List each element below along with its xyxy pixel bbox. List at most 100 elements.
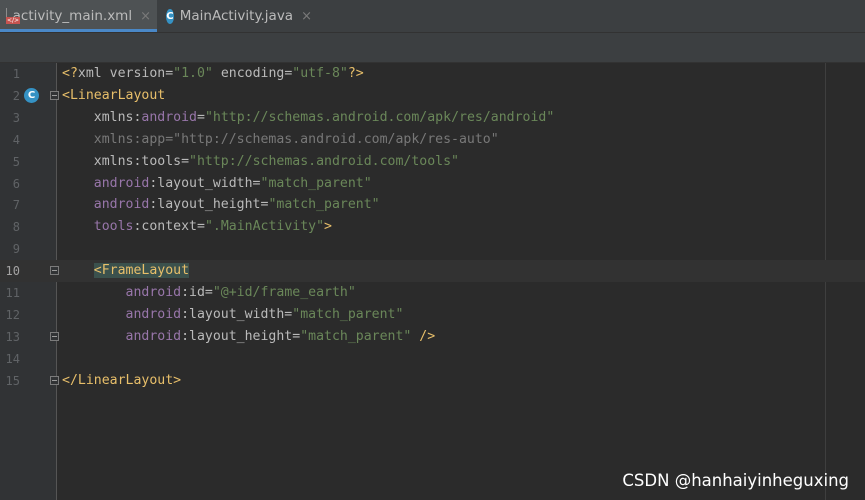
line-number: 12 <box>5 307 20 322</box>
code-token: ?> <box>347 66 364 81</box>
code-line[interactable]: 9 <box>0 238 865 260</box>
code-token: < <box>93 263 102 279</box>
tab-label: MainActivity.java <box>179 8 294 24</box>
close-icon[interactable]: × <box>301 9 312 24</box>
code-token: "1.0" <box>173 66 213 81</box>
code-token: tools <box>62 219 134 235</box>
xml-file-icon: </> <box>6 8 20 24</box>
code-text: tools:context=".MainActivity"> <box>62 216 332 238</box>
code-line[interactable]: 15 </LinearLayout> <box>0 370 865 392</box>
code-token: "match_parent" <box>300 328 412 344</box>
code-token: </ <box>62 372 78 388</box>
code-token: "http://schemas.android.com/apk/res/andr… <box>204 109 555 125</box>
code-token: :layout_width= <box>149 175 261 191</box>
code-token: xmlns:app="http://schemas.android.com/ap… <box>62 131 499 147</box>
code-text: xmlns:tools="http://schemas.android.com/… <box>62 151 459 173</box>
line-number: 2 <box>12 88 20 103</box>
code-line[interactable]: 3 xmlns:android="http://schemas.android.… <box>0 107 865 129</box>
line-number: 8 <box>12 220 20 235</box>
watermark: CSDN @hanhaiyinheguxing <box>622 471 849 490</box>
fold-toggle-icon[interactable] <box>50 375 59 385</box>
code-token: android <box>62 285 182 300</box>
line-number: 4 <box>12 132 20 147</box>
fold-toggle-icon[interactable] <box>50 266 59 276</box>
code-token: :layout_width= <box>181 306 293 322</box>
code-text: android:layout_width="match_parent" <box>62 173 372 195</box>
code-line[interactable]: 6 android:layout_width="match_parent" <box>0 173 865 195</box>
tab-label: activity_main.xml <box>12 8 133 24</box>
code-token: "match_parent" <box>268 197 380 213</box>
code-token: android <box>141 109 197 125</box>
line-number: 7 <box>12 198 20 213</box>
line-number: 13 <box>5 329 20 344</box>
code-token: "match_parent" <box>292 306 404 322</box>
editor-tab-bar: </> activity_main.xml × C MainActivity.j… <box>0 0 865 33</box>
code-text: android:layout_height="match_parent" <box>62 194 380 216</box>
code-token: android <box>62 197 150 213</box>
tab-mainactivity-java[interactable]: C MainActivity.java × <box>158 0 318 32</box>
breadcrumb-bar <box>0 33 865 63</box>
code-token: xmlns:tools= <box>62 153 190 169</box>
code-token: "utf-8" <box>292 66 348 81</box>
code-text: android:id="@+id/frame_earth" <box>62 282 356 304</box>
fold-toggle-icon[interactable] <box>50 331 59 341</box>
code-token: android <box>62 175 150 191</box>
code-text: xmlns:android="http://schemas.android.co… <box>62 107 555 129</box>
tab-activity-main-xml[interactable]: </> activity_main.xml × <box>0 0 157 32</box>
code-token: LinearLayout <box>69 87 166 103</box>
code-text: xmlns:app="http://schemas.android.com/ap… <box>62 129 499 151</box>
line-number: 11 <box>5 286 20 300</box>
code-text: android:layout_width="match_parent" <box>62 304 404 326</box>
code-text: android:layout_height="match_parent" /> <box>62 326 436 348</box>
code-line[interactable]: 2 C <LinearLayout <box>0 85 865 107</box>
line-number: 10 <box>5 264 20 279</box>
code-token: android <box>62 306 182 322</box>
code-text: <LinearLayout <box>62 85 165 107</box>
code-editor[interactable]: 1 <?xml version="1.0" encoding="utf-8"?> 2… <box>0 63 865 500</box>
code-line[interactable]: 14 <box>0 348 865 370</box>
code-token: > <box>173 372 182 388</box>
line-number: 6 <box>12 176 20 191</box>
fold-toggle-icon[interactable] <box>50 90 59 100</box>
code-token: = <box>196 109 205 125</box>
java-class-icon: C <box>166 8 174 24</box>
code-token: LinearLayout <box>77 372 174 388</box>
code-token: FrameLayout <box>101 263 190 279</box>
code-token: /> <box>411 328 436 344</box>
code-token: :layout_height= <box>181 328 301 344</box>
code-text: <?xml version="1.0" encoding="utf-8"?> <box>62 63 364 85</box>
line-number: 9 <box>12 242 20 257</box>
line-number: 14 <box>5 351 20 366</box>
code-token: xml version= <box>77 66 174 81</box>
code-line[interactable]: 1 <?xml version="1.0" encoding="utf-8"?> <box>0 63 865 85</box>
line-number: 5 <box>12 154 20 169</box>
code-line[interactable]: 13 android:layout_height="match_parent" … <box>0 326 865 348</box>
code-token: android <box>62 328 182 344</box>
code-token: :layout_height= <box>149 197 269 213</box>
code-token: "http://schemas.android.com/tools" <box>189 153 459 169</box>
code-line[interactable]: 10 <FrameLayout <box>0 260 865 283</box>
line-number: 15 <box>5 373 20 388</box>
code-token: "@+id/frame_earth" <box>212 285 356 300</box>
code-token: > <box>324 219 332 235</box>
code-token: ".MainActivity" <box>204 219 325 235</box>
code-token: xmlns: <box>62 109 142 125</box>
code-token: encoding= <box>212 66 293 81</box>
related-class-icon[interactable]: C <box>24 87 39 103</box>
code-token: < <box>62 87 70 103</box>
code-line[interactable]: 7 android:layout_height="match_parent" <box>0 194 865 216</box>
line-number: 1 <box>12 67 20 81</box>
code-line[interactable]: 11 android:id="@+id/frame_earth" <box>0 282 865 304</box>
code-text: <FrameLayout <box>62 260 190 282</box>
code-line[interactable]: 5 xmlns:tools="http://schemas.android.co… <box>0 151 865 173</box>
code-text: </LinearLayout> <box>62 370 181 392</box>
code-line[interactable]: 8 tools:context=".MainActivity"> <box>0 216 865 238</box>
code-token: "match_parent" <box>260 175 372 191</box>
close-icon[interactable]: × <box>140 9 151 24</box>
code-token: :id= <box>181 285 213 300</box>
code-line[interactable]: 4 xmlns:app="http://schemas.android.com/… <box>0 129 865 151</box>
code-token: :context= <box>133 219 205 235</box>
code-line[interactable]: 12 android:layout_width="match_parent" <box>0 304 865 326</box>
code-token: <? <box>62 66 78 81</box>
